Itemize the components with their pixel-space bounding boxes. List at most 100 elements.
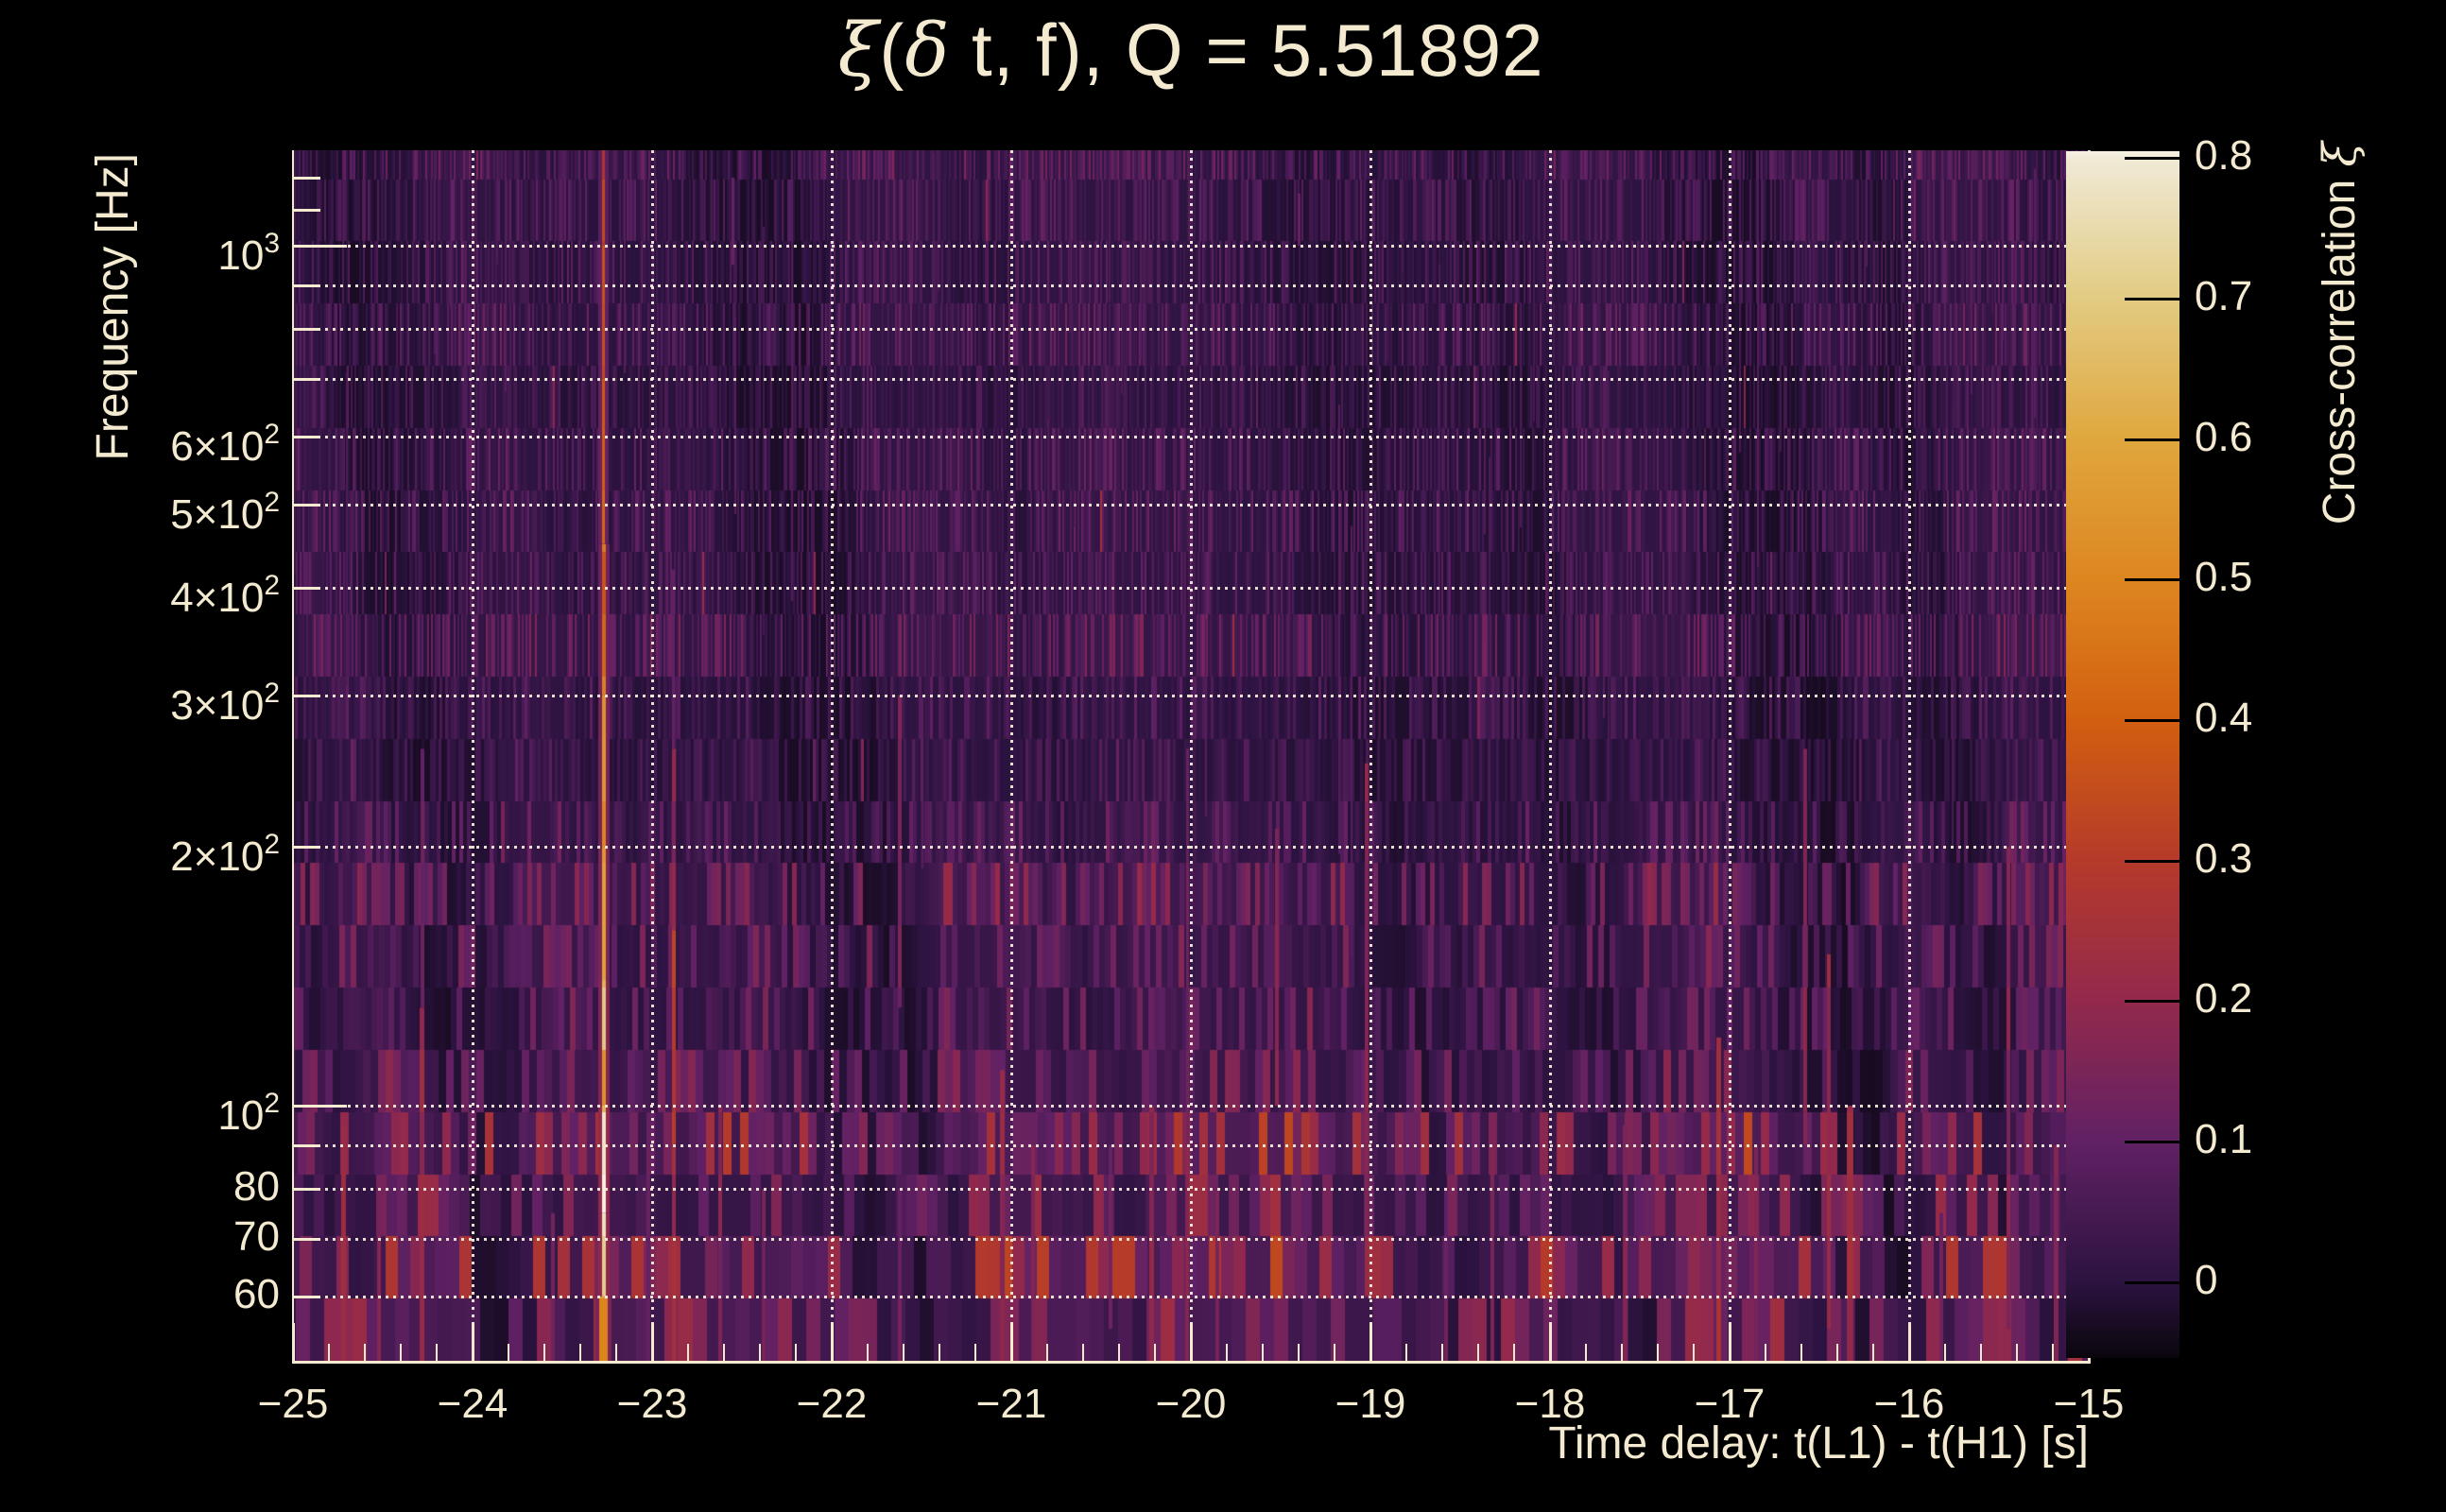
x-minor-tick bbox=[2052, 1344, 2054, 1361]
x-major-tick bbox=[1190, 1323, 1193, 1361]
gridline-x--22 bbox=[831, 150, 834, 1361]
colorbar-tick bbox=[2125, 1141, 2179, 1143]
title-xi-symbol: ξ bbox=[837, 9, 880, 94]
x-minor-tick bbox=[436, 1344, 438, 1361]
y-tick-exponent: 2 bbox=[264, 570, 280, 601]
y-minor-tick bbox=[294, 177, 320, 180]
page-title: ξ(δ t, f), Q = 5.51892 bbox=[293, 8, 2089, 94]
y-tick-label: 102 bbox=[57, 1081, 280, 1139]
y-minor-tick bbox=[294, 284, 320, 287]
title-delta-symbol: δ bbox=[904, 9, 951, 94]
y-tick-mantissa: 4×10 bbox=[170, 575, 265, 621]
x-major-tick bbox=[831, 1323, 834, 1361]
gridline-x--18 bbox=[1549, 150, 1552, 1361]
y-minor-tick bbox=[294, 504, 320, 507]
y-tick-exponent: 2 bbox=[264, 829, 280, 860]
colorbar-tick bbox=[2125, 860, 2179, 863]
y-tick-label: 4×102 bbox=[57, 563, 280, 621]
gridline-x--19 bbox=[1369, 150, 1372, 1361]
colorbar-title: Cross-correlation ξ bbox=[2314, 142, 2367, 524]
x-major-tick bbox=[1908, 1323, 1911, 1361]
x-minor-tick bbox=[903, 1344, 904, 1361]
y-tick-exponent: 2 bbox=[264, 419, 280, 450]
x-minor-tick bbox=[1154, 1344, 1156, 1361]
gridline-x--20 bbox=[1190, 150, 1193, 1361]
title-rest: t, f), Q = 5.51892 bbox=[950, 9, 1544, 92]
x-minor-tick bbox=[723, 1344, 725, 1361]
x-major-tick bbox=[651, 1323, 654, 1361]
y-tick-mantissa: 60 bbox=[233, 1271, 280, 1317]
x-minor-tick bbox=[579, 1344, 581, 1361]
y-tick-exponent: 2 bbox=[264, 678, 280, 709]
y-axis-title: Frequency [Hz] bbox=[88, 153, 138, 461]
x-minor-tick bbox=[1980, 1344, 1982, 1361]
y-tick-mantissa: 2×10 bbox=[170, 833, 265, 880]
y-tick-mantissa: 10 bbox=[217, 1092, 265, 1139]
y-tick-mantissa: 70 bbox=[233, 1213, 280, 1260]
x-major-tick bbox=[472, 1323, 474, 1361]
colorbar-tick bbox=[2125, 719, 2179, 722]
x-minor-tick bbox=[543, 1344, 545, 1361]
x-major-tick bbox=[1549, 1323, 1552, 1361]
x-minor-tick bbox=[1621, 1344, 1623, 1361]
colorbar-tick bbox=[2125, 438, 2179, 441]
x-minor-tick bbox=[1405, 1344, 1407, 1361]
x-major-tick bbox=[1369, 1323, 1372, 1361]
y-major-tick bbox=[294, 245, 347, 248]
gridline-x--17 bbox=[1729, 150, 1731, 1361]
y-tick-mantissa: 80 bbox=[233, 1163, 280, 1210]
title-open-paren: ( bbox=[879, 9, 905, 92]
x-minor-tick bbox=[1298, 1344, 1300, 1361]
gridline-x--24 bbox=[472, 150, 474, 1361]
gridline-x--21 bbox=[1010, 150, 1013, 1361]
plot-figure: ξ(δ t, f), Q = 5.51892 −25 −24 −23 −22 −21 −2… bbox=[0, 0, 2446, 1512]
colorbar-tick-label: 0.2 bbox=[2195, 975, 2253, 1022]
y-tick-mantissa: 10 bbox=[217, 232, 265, 279]
colorbar-tick-label: 0.3 bbox=[2195, 835, 2253, 882]
y-tick-label: 2×102 bbox=[57, 822, 280, 880]
y-minor-tick bbox=[294, 436, 320, 438]
x-minor-tick bbox=[867, 1344, 869, 1361]
y-tick-label: 3×102 bbox=[57, 671, 280, 729]
y-tick-exponent: 2 bbox=[264, 1088, 280, 1119]
x-minor-tick bbox=[400, 1344, 402, 1361]
y-tick-mantissa: 5×10 bbox=[170, 491, 265, 538]
x-minor-tick bbox=[1657, 1344, 1659, 1361]
x-major-tick bbox=[1729, 1323, 1731, 1361]
colorbar-title-text: Cross-correlation bbox=[2315, 166, 2365, 525]
x-minor-tick bbox=[1226, 1344, 1228, 1361]
y-minor-tick bbox=[294, 587, 320, 590]
x-axis-title: Time delay: t(L1) - t(H1) [s] bbox=[1548, 1418, 2089, 1469]
x-major-tick bbox=[1010, 1323, 1013, 1361]
y-minor-tick bbox=[294, 1238, 320, 1241]
y-minor-tick bbox=[294, 378, 320, 381]
x-minor-tick bbox=[1046, 1344, 1048, 1361]
x-minor-tick bbox=[328, 1344, 330, 1361]
x-minor-tick bbox=[1262, 1344, 1264, 1361]
x-minor-tick bbox=[364, 1344, 366, 1361]
x-minor-tick bbox=[1477, 1344, 1479, 1361]
x-minor-tick bbox=[1872, 1344, 1874, 1361]
colorbar-tick-label: 0.5 bbox=[2195, 554, 2253, 600]
y-axis-line bbox=[292, 150, 294, 1363]
y-tick-label: 70 bbox=[57, 1214, 280, 1260]
y-minor-tick bbox=[294, 846, 320, 849]
y-tick-exponent: 2 bbox=[264, 487, 280, 518]
x-minor-tick bbox=[1082, 1344, 1084, 1361]
x-minor-tick bbox=[1334, 1344, 1335, 1361]
x-minor-tick bbox=[615, 1344, 617, 1361]
y-minor-tick bbox=[294, 1296, 320, 1298]
colorbar-tick bbox=[2125, 1000, 2179, 1003]
y-minor-tick bbox=[294, 209, 320, 212]
x-minor-tick bbox=[939, 1344, 940, 1361]
y-tick-label: 80 bbox=[57, 1164, 280, 1210]
plot-area bbox=[292, 150, 2091, 1361]
y-minor-tick bbox=[294, 1188, 320, 1191]
y-tick-exponent: 3 bbox=[264, 228, 280, 259]
colorbar-tick bbox=[2125, 578, 2179, 581]
y-tick-label: 5×102 bbox=[57, 480, 280, 538]
x-minor-tick bbox=[687, 1344, 689, 1361]
gridline-x--16 bbox=[1908, 150, 1911, 1361]
x-minor-tick bbox=[2016, 1344, 2018, 1361]
colorbar-gradient bbox=[2066, 151, 2179, 1358]
